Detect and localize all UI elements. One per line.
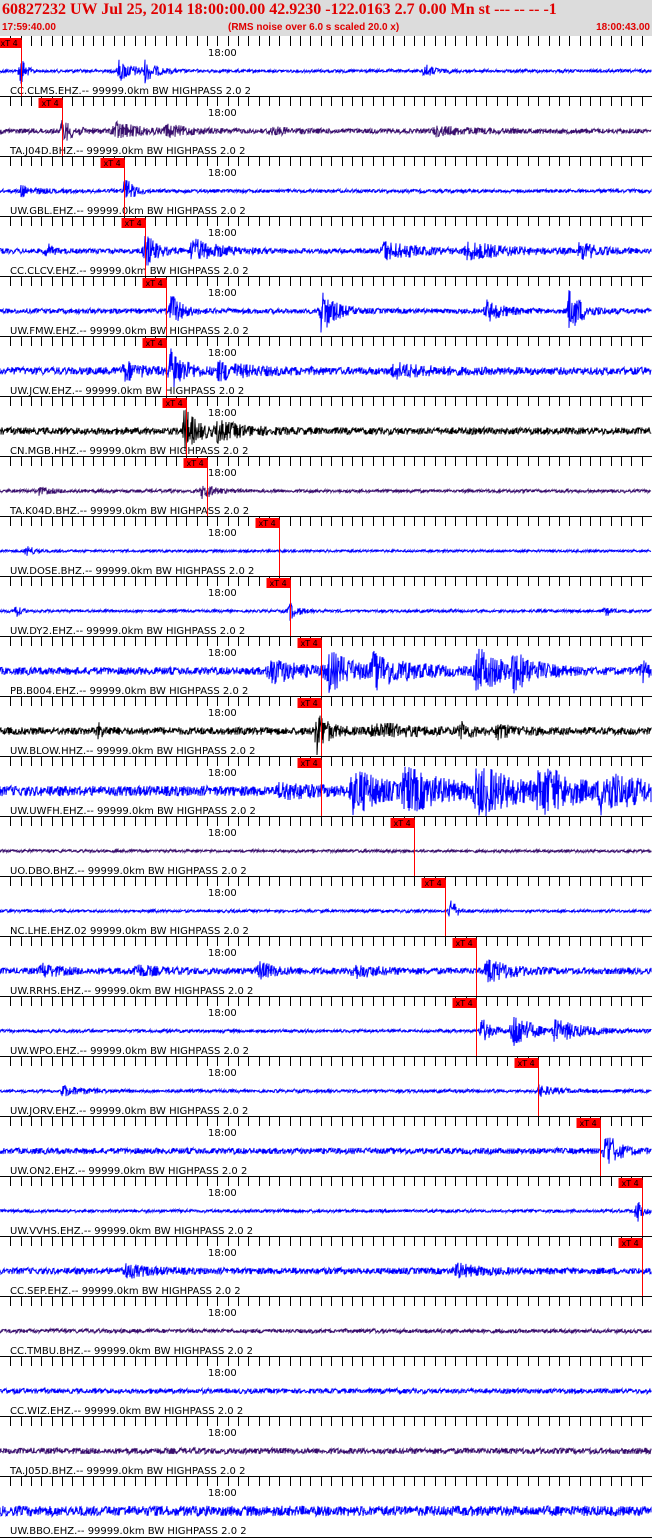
waveform-trace [0, 485, 652, 499]
tick-label: 18:00 [208, 228, 237, 239]
channel-label: CN.MGB.HHZ.-- 99999.0km BW HIGHPASS 2.0 … [10, 446, 248, 457]
end-time: 18:00:43.00 [596, 22, 650, 33]
waveform-trace [0, 546, 652, 556]
waveform-trace [0, 409, 652, 450]
channel-label: NC.LHE.EHZ.02 99999.0km BW HIGHPASS 2.0 … [10, 926, 249, 937]
pick-label: xT 4 [622, 1239, 639, 1248]
tick-label: 18:00 [208, 1128, 237, 1139]
waveform-trace [0, 959, 652, 983]
channel-label: UW.BLOW.HHZ.-- 99999.0km BW HIGHPASS 2.0… [10, 746, 256, 757]
channel-label: UW.DY2.EHZ.-- 99999.0km BW HIGHPASS 2.0 … [10, 626, 245, 637]
tick-label: 18:00 [208, 1308, 237, 1319]
channel-label: UW.GBL.EHZ.-- 99999.0km BW HIGHPASS 2.0 … [10, 206, 246, 217]
waveform-trace [0, 1084, 652, 1097]
tick-label: 18:00 [208, 528, 237, 539]
channel-label: UW.WPO.EHZ.-- 99999.0km BW HIGHPASS 2.0 … [10, 1046, 249, 1057]
waveform-trace [0, 1505, 652, 1519]
tick-label: 18:00 [208, 48, 237, 59]
event-title: 60827232 UW Jul 25, 2014 18:00:00.00 42.… [2, 1, 557, 18]
channel-label: UW.JORV.EHZ.-- 99999.0km BW HIGHPASS 2.0… [10, 1106, 248, 1117]
channel-label: CC.CLMS.EHZ.-- 99999.0km BW HIGHPASS 2.0… [10, 86, 251, 97]
tick-label: 18:00 [208, 1488, 237, 1499]
channel-label: TA.J05D.BHZ.-- 99999.0km BW HIGHPASS 2.0… [9, 1466, 245, 1477]
tick-label: 18:00 [208, 348, 237, 359]
tick-label: 18:00 [208, 648, 237, 659]
pick-label: xT 4 [1, 39, 18, 48]
tick-label: 18:00 [208, 1248, 237, 1259]
tick-label: 18:00 [208, 948, 237, 959]
pick-label: xT 4 [187, 459, 204, 468]
tick-label: 18:00 [208, 1008, 237, 1019]
scaling-note: (RMS noise over 6.0 s scaled 20.0 x) [228, 22, 400, 33]
pick-label: xT 4 [425, 879, 442, 888]
channel-label: TA.J04D.BHZ.-- 99999.0km BW HIGHPASS 2.0… [9, 146, 245, 157]
waveform-trace [0, 59, 652, 84]
pick-label: xT 4 [301, 639, 318, 648]
waveform-trace [0, 602, 652, 621]
tick-label: 18:00 [208, 588, 237, 599]
tick-label: 18:00 [208, 708, 237, 719]
pick-label: xT 4 [301, 699, 318, 708]
pick-label: xT 4 [622, 1179, 639, 1188]
waveform-trace [0, 348, 652, 388]
channel-label: CC.TMBU.BHZ.-- 99999.0km BW HIGHPASS 2.0… [10, 1346, 253, 1357]
pick-label: xT 4 [456, 999, 473, 1008]
pick-label: xT 4 [301, 759, 318, 768]
channel-label: UW.BBO.EHZ.-- 99999.0km BW HIGHPASS 2.0 … [10, 1526, 247, 1537]
tick-label: 18:00 [208, 828, 237, 839]
tick-label: 18:00 [208, 168, 237, 179]
waveform-trace [0, 1201, 652, 1222]
seismogram-plot: 18:00 CC.CLMS.EHZ.-- 99999.0km BW HIGHPAS… [0, 36, 652, 1538]
pick-label: xT 4 [580, 1119, 597, 1128]
pick-label: xT 4 [166, 399, 183, 408]
pick-label: xT 4 [42, 99, 59, 108]
pick-label: xT 4 [518, 1059, 535, 1068]
channel-label: UO.DBO.BHZ.-- 99999.0km BW HIGHPASS 2.0 … [10, 866, 247, 877]
waveform-trace [0, 1386, 652, 1396]
waveform-trace [0, 1327, 652, 1335]
pick-label: xT 4 [456, 939, 473, 948]
waveform-trace [0, 119, 652, 141]
waveform-trace [0, 1137, 652, 1164]
waveform-trace [0, 847, 652, 855]
pick-label: xT 4 [146, 339, 163, 348]
tick-label: 18:00 [208, 768, 237, 779]
waveform-trace [0, 900, 652, 917]
channel-label: UW.DOSE.BHZ.-- 99999.0km BW HIGHPASS 2.0… [10, 566, 254, 577]
channel-label: UW.RRHS.EHZ.-- 99999.0km BW HIGHPASS 2.0… [10, 986, 253, 997]
channel-label: CC.SEP.EHZ.-- 99999.0km BW HIGHPASS 2.0 … [10, 1286, 241, 1297]
tick-label: 18:00 [208, 1428, 237, 1439]
channel-label: UW.ON2.EHZ.-- 99999.0km BW HIGHPASS 2.0 … [10, 1166, 247, 1177]
channel-label: PB.B004.EHZ.-- 99999.0km BW HIGHPASS 2.0… [10, 686, 248, 697]
waveform-trace [0, 1016, 652, 1046]
header-bar: 60827232 UW Jul 25, 2014 18:00:00.00 42.… [0, 0, 652, 36]
channel-label: UW.JCW.EHZ.-- 99999.0km BW HIGHPASS 2.0 … [10, 386, 244, 397]
waveform-trace [0, 1446, 652, 1456]
tick-label: 18:00 [208, 1368, 237, 1379]
tick-label: 18:00 [208, 1188, 237, 1199]
tick-label: 18:00 [208, 288, 237, 299]
channel-label: UW.UWFH.EHZ.-- 99999.0km BW HIGHPASS 2.0… [10, 806, 256, 817]
pick-label: xT 4 [146, 279, 163, 288]
tick-label: 18:00 [208, 108, 237, 119]
tick-label: 18:00 [208, 468, 237, 479]
pick-label: xT 4 [125, 219, 142, 228]
pick-label: xT 4 [270, 579, 287, 588]
pick-label: xT 4 [394, 819, 411, 828]
waveform-trace [0, 1262, 652, 1279]
tick-label: 18:00 [208, 888, 237, 899]
channel-label: UW.FMW.EHZ.-- 99999.0km BW HIGHPASS 2.0 … [10, 326, 249, 337]
pick-label: xT 4 [104, 159, 121, 168]
start-time: 17:59:40.00 [2, 22, 56, 33]
tick-label: 18:00 [208, 1068, 237, 1079]
tick-label: 18:00 [208, 408, 237, 419]
waveform-trace [0, 180, 652, 198]
channel-label: TA.K04D.BHZ.-- 99999.0km BW HIGHPASS 2.0… [9, 506, 249, 517]
waveform-trace [0, 235, 652, 266]
channel-label: CC.CLCV.EHZ.-- 99999.0km BW HIGHPASS 2.0… [10, 266, 249, 277]
channel-label: CC.WIZ.EHZ.-- 99999.0km BW HIGHPASS 2.0 … [10, 1406, 243, 1417]
pick-label: xT 4 [259, 519, 276, 528]
channel-label: UW.VVHS.EHZ.-- 99999.0km BW HIGHPASS 2.0… [10, 1226, 253, 1237]
